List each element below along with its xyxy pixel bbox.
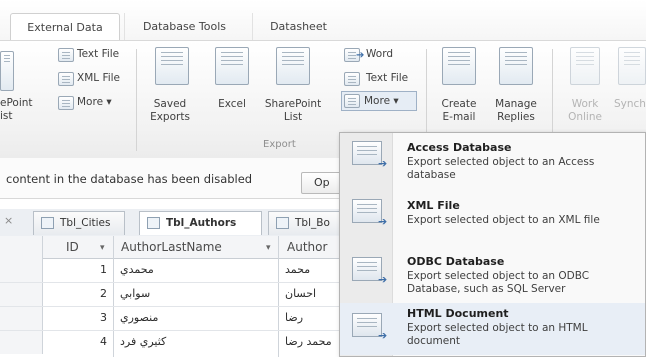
export-arrow-icon: ➔ [378, 157, 388, 170]
doc-tab-label: Tbl_Bo [295, 217, 330, 229]
menu-item-description: Export selected object to an ODBC Databa… [407, 270, 590, 295]
cell-last-name[interactable]: سوابي [120, 287, 150, 300]
menu-item-access-database[interactable]: ➔ Access Database Export selected object… [340, 135, 645, 189]
grid-line [278, 236, 279, 357]
cell-first-name[interactable]: محمد رضا [285, 335, 332, 348]
export-arrow-icon: ➔ [378, 329, 388, 342]
select-all-corner[interactable] [0, 236, 43, 258]
import-more-button[interactable]: More ▾ [77, 96, 112, 109]
menu-item-xml-file[interactable]: ➔ XML File Export selected object to an … [340, 191, 645, 245]
cell-id[interactable]: 1 [100, 263, 107, 276]
export-more-label: More ▾ [364, 95, 399, 107]
export-arrow-icon: ➔ [378, 215, 388, 228]
grid-line [113, 236, 114, 357]
grid-line [0, 306, 340, 307]
table-icon [147, 217, 160, 229]
text-file-export-icon [344, 72, 360, 86]
export-more-button[interactable]: More ▾ [341, 91, 417, 111]
cell-last-name[interactable]: محمدي [120, 263, 154, 276]
group-separator [136, 49, 137, 151]
cell-first-name[interactable]: احسان [285, 287, 316, 300]
cell-id[interactable]: 4 [100, 335, 107, 348]
column-header-authorfirstname[interactable]: Author [287, 240, 327, 254]
cell-id[interactable]: 3 [100, 311, 107, 324]
ribbon-tab-strip: External Data Database Tools Datasheet [0, 0, 646, 40]
export-group-label: Export [263, 139, 296, 150]
export-text-file-button[interactable]: Text File [366, 72, 408, 85]
create-email-label-2[interactable]: E-mail [432, 111, 486, 124]
sharepoint-export-label-2[interactable]: List [260, 111, 326, 124]
menu-item-odbc-database[interactable]: ➔ ODBC Database Export selected object t… [340, 247, 645, 301]
tab-database-tools[interactable]: Database Tools [124, 13, 244, 40]
synchronize-icon [618, 47, 646, 85]
doc-tab-tbl-cities[interactable]: Tbl_Cities [33, 211, 125, 235]
table-icon [276, 217, 289, 229]
grid-line [0, 282, 340, 283]
export-more-menu: ➔ Access Database Export selected object… [339, 132, 646, 357]
sharepoint-export-label-1[interactable]: SharePoint [260, 98, 326, 111]
close-tab-icon[interactable]: × [4, 214, 13, 227]
grid-line [0, 330, 340, 331]
row-selector[interactable] [0, 306, 43, 330]
export-arrow-icon: ➔ [356, 50, 365, 61]
create-email-icon [442, 47, 476, 85]
tab-datasheet[interactable]: Datasheet [252, 13, 344, 40]
doc-tab-label: Tbl_Cities [60, 217, 111, 229]
work-online-icon [570, 47, 600, 85]
work-online-label-1[interactable]: Work [560, 98, 610, 111]
export-word-button[interactable]: Word [366, 48, 393, 61]
sharepoint-list-label-1: ePoint [0, 97, 33, 109]
row-selector[interactable] [0, 258, 43, 282]
tab-external-data[interactable]: External Data [10, 13, 120, 40]
menu-item-title: HTML Document [407, 307, 509, 320]
menu-item-title: XML File [407, 199, 460, 212]
table-icon [41, 217, 54, 229]
column-header-id[interactable]: ID [66, 240, 79, 254]
cell-first-name[interactable]: رضا [285, 311, 303, 324]
column-header-authorlastname[interactable]: AuthorLastName [121, 240, 222, 254]
sharepoint-export-icon [276, 47, 310, 85]
menu-item-description: Export selected object to an Access data… [407, 156, 595, 181]
sharepoint-list-icon [0, 51, 14, 91]
text-file-icon [58, 48, 74, 62]
more-import-icon [58, 96, 74, 110]
xml-file-icon [58, 72, 74, 86]
manage-replies-label-1[interactable]: Manage [488, 98, 544, 111]
excel-export-icon [215, 47, 249, 85]
cell-last-name[interactable]: منصوري [120, 311, 158, 324]
create-email-label-1[interactable]: Create [432, 98, 486, 111]
doc-tab-tbl-authors[interactable]: Tbl_Authors [139, 211, 262, 235]
menu-item-html-document[interactable]: ➔ HTML Document Export selected object t… [340, 303, 645, 355]
row-selector[interactable] [0, 330, 43, 354]
menu-item-title: ODBC Database [407, 255, 505, 268]
security-warning-text: content in the database has been disable… [6, 172, 253, 186]
more-export-icon [344, 94, 360, 108]
row-selector[interactable] [0, 282, 43, 306]
synchronize-label[interactable]: Synch [614, 98, 646, 111]
sort-dropdown-icon[interactable]: ▾ [266, 243, 271, 253]
sort-dropdown-icon[interactable]: ▾ [100, 243, 105, 253]
saved-exports-icon [155, 47, 189, 85]
import-text-file-button[interactable]: Text File [77, 48, 119, 61]
manage-replies-icon [499, 47, 533, 85]
cell-id[interactable]: 2 [100, 287, 107, 300]
menu-item-title: Access Database [407, 141, 512, 154]
sharepoint-list-label-2: ist [0, 110, 13, 122]
doc-tab-label: Tbl_Authors [166, 217, 237, 229]
saved-exports-label-2[interactable]: Exports [142, 111, 198, 124]
manage-replies-label-2[interactable]: Replies [488, 111, 544, 124]
menu-item-description: Export selected object to an HTML docume… [407, 322, 588, 347]
work-online-label-2: Online [568, 111, 602, 123]
menu-item-description: Export selected object to an XML file [407, 214, 600, 226]
doc-tab-tbl-books[interactable]: Tbl_Bo [268, 211, 340, 235]
export-excel-button[interactable]: Excel [208, 98, 256, 111]
saved-exports-label-1[interactable]: Saved [142, 98, 198, 111]
cell-first-name[interactable]: محمد [285, 263, 310, 276]
export-arrow-icon: ➔ [378, 273, 388, 286]
import-xml-file-button[interactable]: XML File [77, 72, 120, 85]
cell-last-name[interactable]: كثيري فرد [120, 335, 166, 348]
